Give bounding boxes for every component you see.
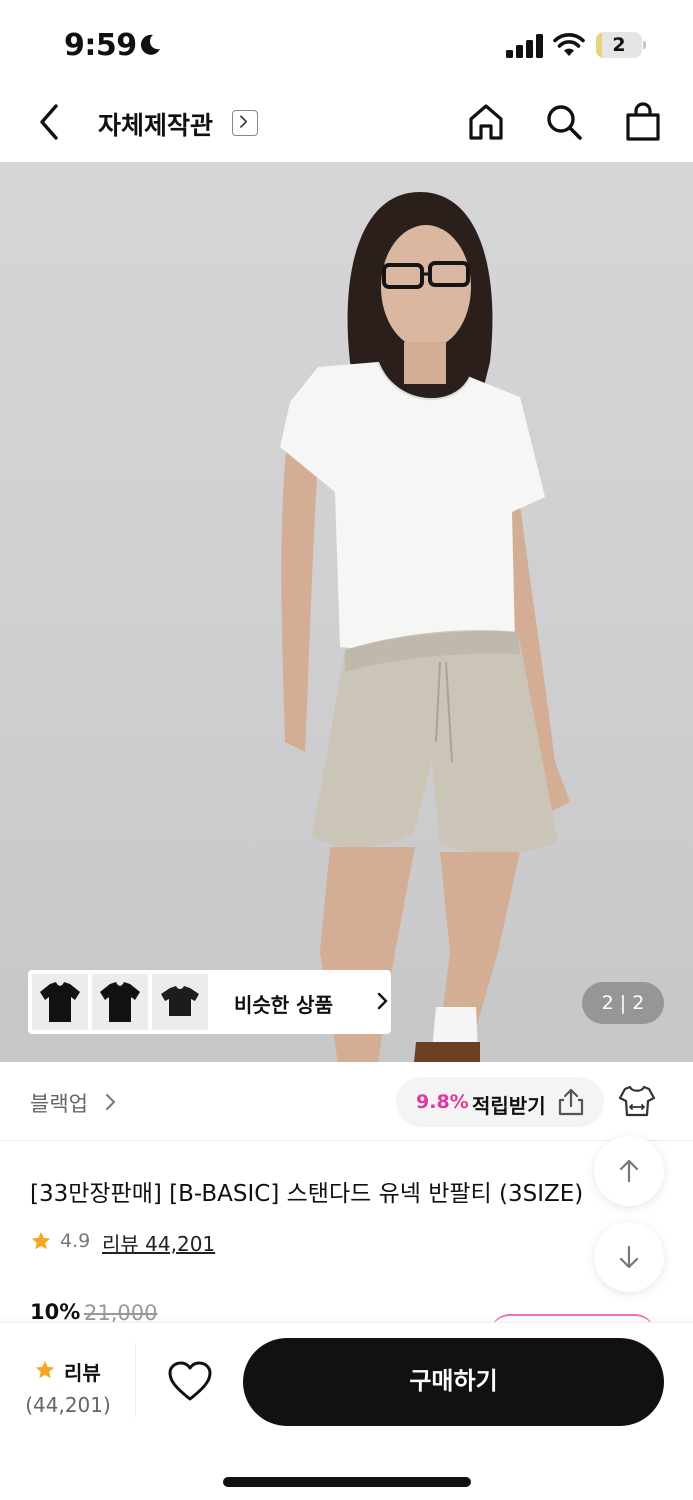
bottom-action-bar: 리뷰 (44,201) 구매하기 <box>0 1322 693 1500</box>
similar-product-thumb[interactable] <box>92 974 148 1030</box>
tshirt-icon <box>40 982 80 1022</box>
similar-products-label: 비슷한 상품 <box>234 993 333 1017</box>
top-nav: 자체제작관 <box>0 86 693 162</box>
discount-rate: 10% <box>30 1300 81 1324</box>
point-rate: 9.8% <box>416 1091 469 1113</box>
buy-button[interactable]: 구매하기 <box>243 1338 664 1426</box>
star-icon <box>31 1231 51 1250</box>
tshirt-icon <box>100 982 140 1022</box>
point-reward-button[interactable]: 9.8% 적립받기 <box>396 1077 604 1127</box>
bottom-review-label: 리뷰 <box>64 1361 101 1385</box>
product-title: [33만장판매] [B-BASIC] 스탠다드 유넥 반팔티 (3SIZE) <box>30 1181 584 1207</box>
tshirt-icon <box>161 986 199 1016</box>
battery-level: 2 <box>612 34 626 56</box>
heart-icon[interactable] <box>166 1359 214 1403</box>
status-bar: 9:59 2 <box>0 0 693 86</box>
point-label: 적립받기 <box>472 1094 546 1118</box>
home-indicator[interactable] <box>223 1477 471 1487</box>
divider <box>135 1343 136 1417</box>
back-icon[interactable] <box>30 102 70 142</box>
battery-icon: 2 <box>596 32 646 58</box>
brand-row: 블랙업 9.8% 적립받기 <box>0 1062 693 1140</box>
bottom-review-button[interactable]: 리뷰 (44,201) <box>20 1353 116 1417</box>
similar-products-banner[interactable]: 비슷한 상품 <box>28 970 391 1034</box>
shopping-bag-icon[interactable] <box>623 102 663 142</box>
star-icon <box>35 1360 55 1379</box>
wifi-icon <box>553 33 585 56</box>
model-photo <box>280 192 570 1062</box>
arrow-up-icon <box>619 1159 639 1183</box>
status-time: 9:59 <box>64 28 137 63</box>
similar-product-thumb[interactable] <box>32 974 88 1030</box>
scroll-top-button[interactable] <box>594 1136 664 1206</box>
search-icon[interactable] <box>544 102 584 142</box>
arrow-down-icon <box>619 1245 639 1269</box>
chevron-right-icon[interactable] <box>104 1091 118 1113</box>
bottom-review-count: (44,201) <box>25 1393 111 1417</box>
share-icon[interactable] <box>556 1087 586 1117</box>
image-page-indicator: 2 | 2 <box>582 982 664 1024</box>
divider <box>0 1140 693 1141</box>
rating-value: 4.9 <box>60 1230 91 1252</box>
signal-icon <box>506 34 543 58</box>
store-title[interactable]: 자체제작관 <box>98 106 213 142</box>
similar-product-thumb[interactable] <box>152 974 208 1030</box>
chevron-right-icon[interactable] <box>232 110 258 136</box>
brand-link[interactable]: 블랙업 <box>30 1088 88 1118</box>
moon-icon <box>140 34 160 55</box>
fitting-icon[interactable] <box>618 1084 656 1118</box>
home-icon[interactable] <box>466 102 506 142</box>
review-link[interactable]: 리뷰 44,201 <box>102 1228 215 1257</box>
product-image[interactable]: 비슷한 상품 2 | 2 <box>0 162 693 1062</box>
chevron-right-icon <box>377 992 388 1010</box>
scroll-down-button[interactable] <box>594 1222 664 1292</box>
